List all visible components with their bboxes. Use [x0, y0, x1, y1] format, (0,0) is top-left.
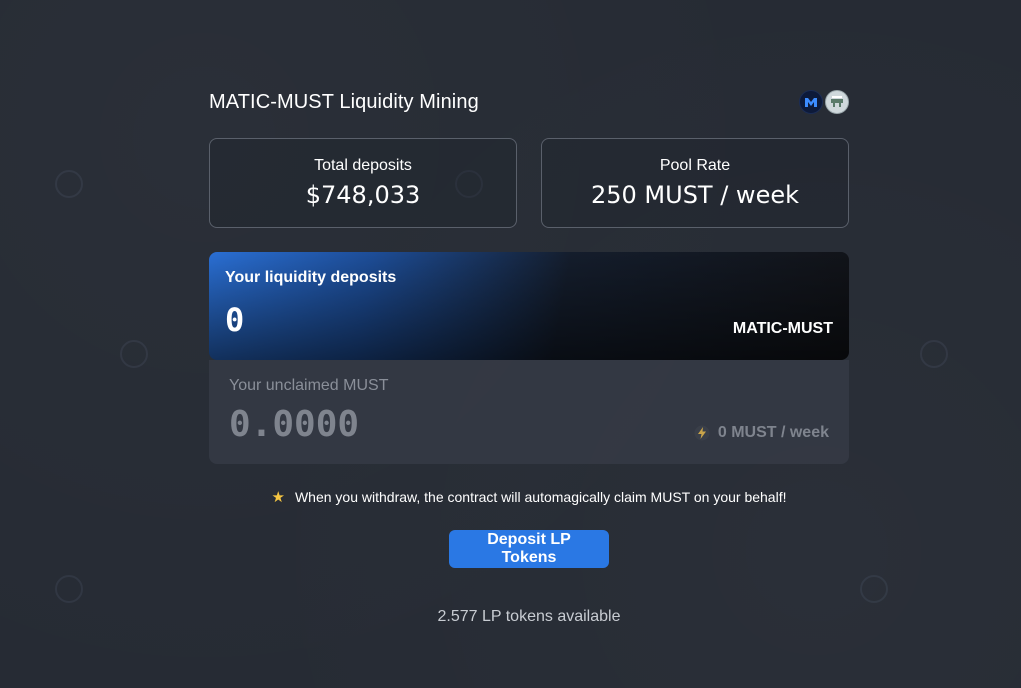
unclaimed-rewards-value: 0.0000: [229, 404, 360, 445]
total-deposits-value: $748,033: [305, 181, 421, 209]
matic-token-icon: [799, 90, 823, 114]
star-icon: ★: [271, 489, 285, 506]
background-pattern-icon: [120, 340, 148, 368]
pool-title: MATIC-MUST Liquidity Mining: [209, 90, 479, 113]
liquidity-deposits-panel: Your liquidity deposits 0 MATIC-MUST: [209, 252, 849, 360]
total-deposits-card: Total deposits $748,033: [209, 138, 517, 228]
matic-logo-icon: [805, 98, 817, 107]
reward-rate: 0 MUST / week: [694, 424, 829, 442]
must-logo-icon: [831, 96, 843, 107]
liquidity-mining-card: MATIC-MUST Liquidity Mining Total deposi…: [209, 86, 849, 626]
action-row: Deposit LP Tokens: [209, 530, 849, 568]
liquidity-deposits-value: 0: [225, 301, 245, 339]
unclaimed-rewards-panel: Your unclaimed MUST 0.0000 0 MUST / week: [209, 360, 849, 464]
pool-header: MATIC-MUST Liquidity Mining: [209, 86, 849, 118]
withdraw-notice: ★ When you withdraw, the contract will a…: [209, 488, 849, 506]
total-deposits-label: Total deposits: [314, 157, 412, 174]
liquidity-deposits-label: Your liquidity deposits: [225, 269, 397, 286]
reward-rate-text: 0 MUST / week: [717, 424, 829, 441]
must-token-icon: [825, 90, 849, 114]
unclaimed-rewards-label: Your unclaimed MUST: [229, 377, 389, 394]
liquidity-pair-label: MATIC-MUST: [732, 320, 833, 337]
background-pattern-icon: [860, 575, 888, 603]
deposit-lp-tokens-button[interactable]: Deposit LP Tokens: [449, 530, 609, 568]
withdraw-notice-text: When you withdraw, the contract will aut…: [294, 489, 787, 505]
background-pattern-icon: [920, 340, 948, 368]
pool-rate-card: Pool Rate 250 MUST / week: [541, 138, 849, 228]
pool-stats: Total deposits $748,033 Pool Rate 250 MU…: [209, 138, 849, 228]
token-pair-icons: [799, 90, 849, 114]
background-pattern-icon: [55, 170, 83, 198]
pool-rate-label: Pool Rate: [659, 157, 731, 174]
lightning-bolt-icon: [694, 425, 710, 441]
pool-rate-value: 250 MUST / week: [590, 181, 799, 209]
lp-tokens-available: 2.577 LP tokens available: [437, 608, 621, 625]
background-pattern-icon: [55, 575, 83, 603]
